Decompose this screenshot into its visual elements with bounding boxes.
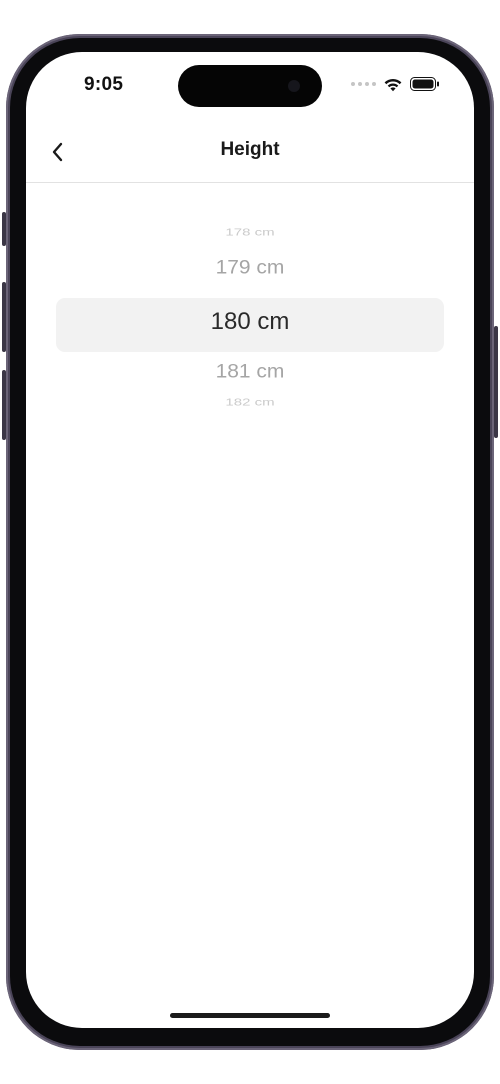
navigation-bar: Height xyxy=(26,122,474,183)
picker-option[interactable]: 181 cm xyxy=(26,361,474,383)
picker-option[interactable]: 182 cm xyxy=(26,397,474,409)
volume-down-button xyxy=(2,370,6,440)
dynamic-island xyxy=(178,65,322,107)
power-button xyxy=(494,326,498,438)
wifi-icon xyxy=(384,78,402,92)
page-title: Height xyxy=(220,139,280,160)
screen: 9:05 Height 178 cm 179 cm 180 cm 181 cm … xyxy=(26,52,474,1028)
cellular-dots-icon xyxy=(351,82,376,86)
picker-option-selected[interactable]: 180 cm xyxy=(26,308,474,336)
picker-option[interactable]: 178 cm xyxy=(26,227,474,239)
status-icons xyxy=(351,74,440,94)
phone-frame: 9:05 Height 178 cm 179 cm 180 cm 181 cm … xyxy=(2,34,498,1050)
height-picker[interactable]: 178 cm 179 cm 180 cm 181 cm 182 cm xyxy=(26,202,474,442)
home-indicator[interactable] xyxy=(170,1013,330,1018)
status-bar: 9:05 xyxy=(26,52,474,122)
battery-icon xyxy=(410,77,439,91)
volume-up-button xyxy=(2,282,6,352)
front-camera xyxy=(288,80,300,92)
status-time: 9:05 xyxy=(84,74,124,95)
picker-option[interactable]: 179 cm xyxy=(26,257,474,279)
action-button xyxy=(2,212,6,246)
